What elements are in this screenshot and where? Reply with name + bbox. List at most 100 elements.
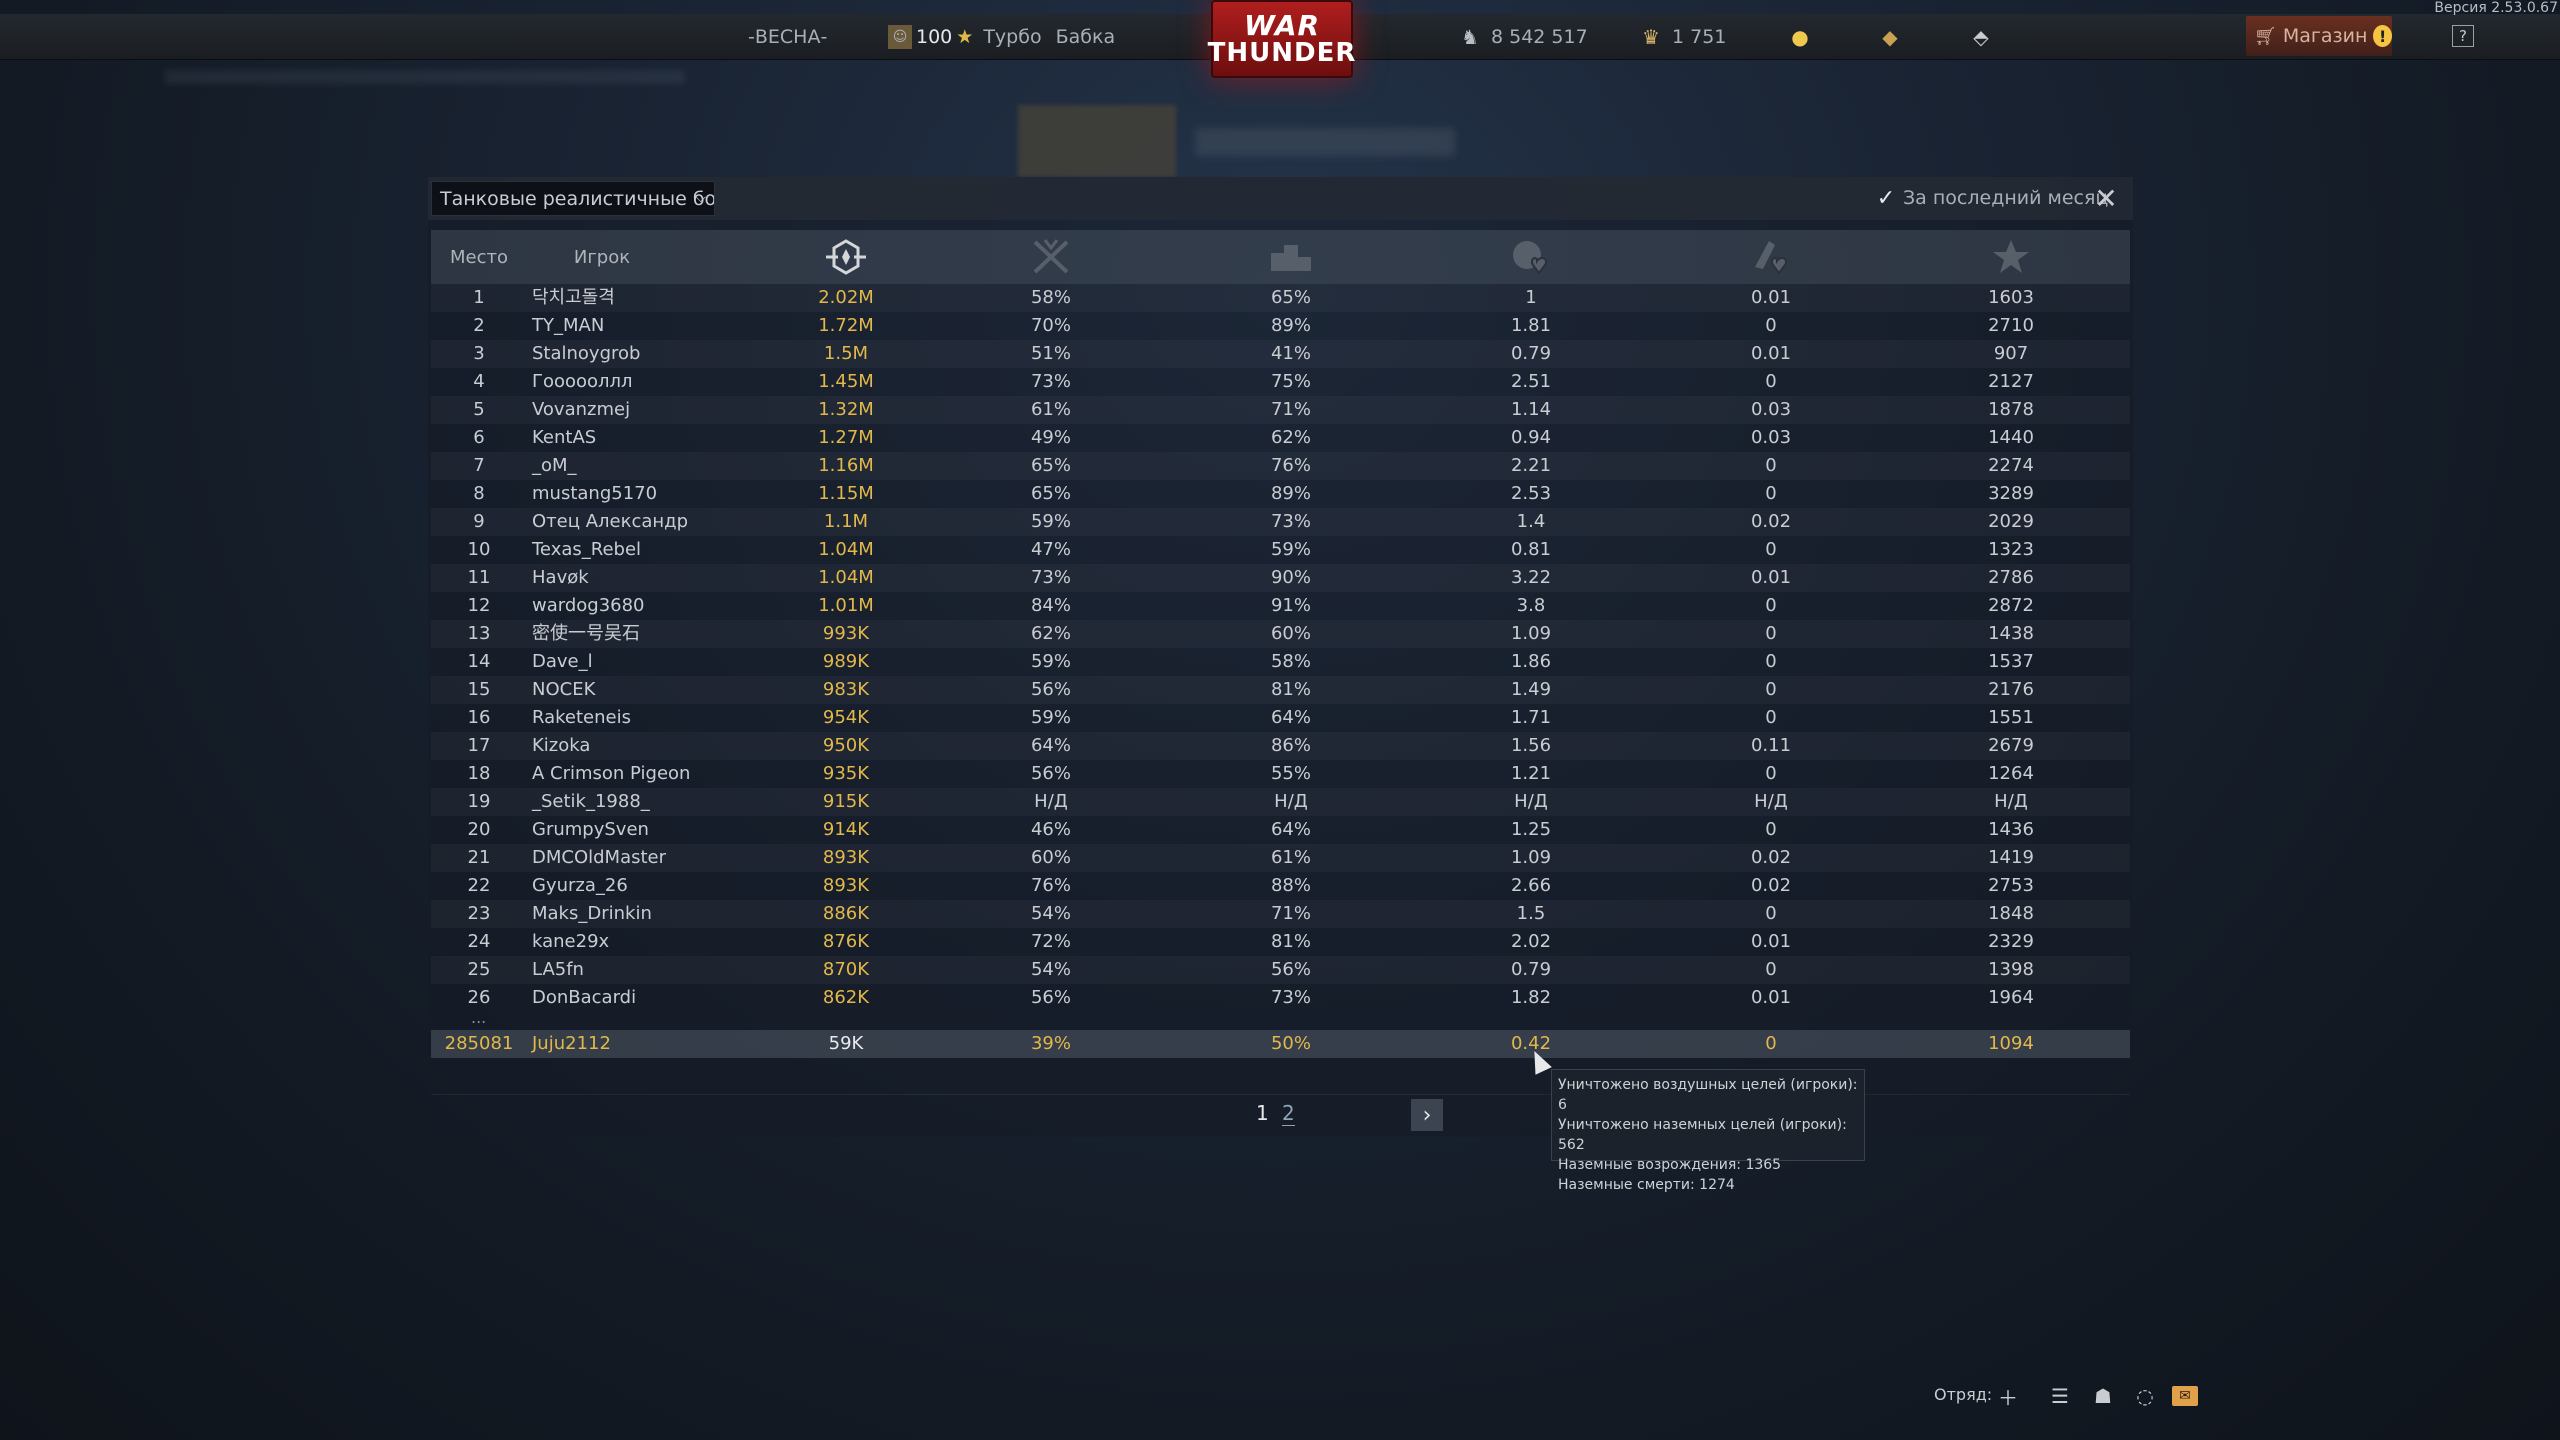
golden-eagles[interactable]: ♛ 1 751	[1638, 14, 1726, 59]
self-row[interactable]: 285081 Juju2112 59K 39% 50% 0.42 0 1094	[431, 1030, 2130, 1058]
table-row[interactable]: 7 _oM_ 1.16M 65% 76% 2.21 0 2274	[431, 452, 2130, 480]
page-2[interactable]: 2	[1282, 1101, 1295, 1126]
ground-kd-cell: 1.5	[1516, 903, 1546, 924]
table-row[interactable]: 22 Gyurza_26 893K 76% 88% 2.66 0.02 2753	[431, 872, 2130, 900]
rank-cell: 18	[467, 763, 491, 784]
table-body: 1 닥치고돌격 2.02M 58% 65% 1 0.01 1603 2 TY_MAN 1.72M 70…	[431, 284, 2130, 1012]
winrate-cell: 58%	[1030, 287, 1071, 308]
table-row[interactable]: 23 Maks_Drinkin 886K 54% 71% 1.5 0 1848	[431, 900, 2130, 928]
chat-button[interactable]: ◌	[2130, 1381, 2160, 1411]
air-kd-cell: 0.02	[1750, 875, 1792, 896]
ground-kd-cell: 3.8	[1516, 595, 1546, 616]
player-name-cell: Havøk	[532, 567, 589, 588]
table-row[interactable]: 10 Texas_Rebel 1.04M 47% 59% 0.81 0 1323	[431, 536, 2130, 564]
table-row[interactable]: 21 DMCOldMaster 893K 60% 61% 1.09 0.02 1419	[431, 844, 2130, 872]
silver-lions[interactable]: ♞ 8 542 517	[1457, 14, 1588, 59]
winrate-cell: 73%	[1030, 371, 1071, 392]
table-row[interactable]: 12 wardog3680 1.01M 84% 91% 3.8 0 2872	[431, 592, 2130, 620]
table-row[interactable]: 15 NOCEK 983K 56% 81% 1.49 0 2176	[431, 676, 2130, 704]
event-label[interactable]: -ВЕСНА-	[748, 14, 827, 59]
air-kd-cell: 0.02	[1750, 847, 1792, 868]
list-button[interactable]: ☰	[2045, 1381, 2075, 1411]
rating-cell: 1398	[1988, 959, 2034, 980]
rating-cell: 2176	[1988, 679, 2034, 700]
table-row[interactable]: 24 kane29x 876K 72% 81% 2.02 0.01 2329	[431, 928, 2130, 956]
self-score: 59K	[828, 1033, 864, 1054]
table-row[interactable]: 16 Raketeneis 954K 59% 64% 1.71 0 1551	[431, 704, 2130, 732]
table-row[interactable]: 19 _Setik_1988_ 915K Н/Д Н/Д Н/Д Н/Д Н/Д	[431, 788, 2130, 816]
table-row[interactable]: 13 密使一号吴石 993K 62% 60% 1.09 0 1438	[431, 620, 2130, 648]
rating-cell: 1419	[1988, 847, 2034, 868]
col-ground-kd[interactable]	[1456, 230, 1606, 284]
last-month-toggle[interactable]: ✓ За последний месяц	[1875, 185, 2109, 211]
player-name-cell: _Setik_1988_	[532, 791, 650, 812]
top3-cell: 64%	[1270, 819, 1311, 840]
player-name-cell: DonBacardi	[532, 987, 637, 1008]
rank-cell: 8	[473, 483, 485, 504]
coupon-button[interactable]: ⬘	[1968, 14, 1994, 59]
war-thunder-logo[interactable]: WAR THUNDER	[1208, 0, 1355, 78]
chevron-down-icon: ⌵	[695, 190, 706, 206]
ground-kd-cell: 1.09	[1510, 623, 1552, 644]
table-row[interactable]: 2 TY_MAN 1.72M 70% 89% 1.81 0 2710	[431, 312, 2130, 340]
top3-cell: 61%	[1270, 847, 1311, 868]
table-row[interactable]: 25 LA5fn 870K 54% 56% 0.79 0 1398	[431, 956, 2130, 984]
rating-cell: 1537	[1988, 651, 2034, 672]
score-cell: 950K	[822, 735, 870, 756]
table-row[interactable]: 18 A Crimson Pigeon 935K 56% 55% 1.21 0 1264	[431, 760, 2130, 788]
rank-cell: 24	[467, 931, 491, 952]
score-cell: 1.27M	[818, 427, 874, 448]
tooltip-line: Уничтожено наземных целей (игроки): 562	[1558, 1117, 1847, 1153]
col-top3[interactable]	[1216, 230, 1366, 284]
page-1[interactable]: 1	[1256, 1101, 1269, 1125]
last-month-label: За последний месяц	[1903, 187, 2109, 209]
col-air-kd[interactable]	[1696, 230, 1846, 284]
table-row[interactable]: 14 Dave_l 989K 59% 58% 1.86 0 1537	[431, 648, 2130, 676]
lightbulb-button[interactable]: ●	[1787, 14, 1813, 59]
self-rank: 285081	[444, 1033, 514, 1054]
player-name-cell: Maks_Drinkin	[532, 903, 652, 924]
table-row[interactable]: 1 닥치고돌격 2.02M 58% 65% 1 0.01 1603	[431, 284, 2130, 312]
help-button[interactable]: ?	[2452, 25, 2474, 47]
add-squad-button[interactable]: ＋	[1993, 1381, 2023, 1411]
score-cell: 1.04M	[818, 567, 874, 588]
ground-kd-cell: 3.22	[1510, 567, 1552, 588]
col-score[interactable]	[771, 230, 921, 284]
winrate-cell: 47%	[1030, 539, 1071, 560]
col-player[interactable]: Игрок	[532, 230, 672, 284]
table-row[interactable]: 8 mustang5170 1.15M 65% 89% 2.53 0 3289	[431, 480, 2130, 508]
premium-button[interactable]: ◆	[1877, 14, 1903, 59]
list-icon: ☰	[2051, 1384, 2069, 1408]
close-button[interactable]: ✕	[2091, 181, 2121, 215]
top3-cell: 62%	[1270, 427, 1311, 448]
air-kd-cell: 0	[1765, 679, 1777, 700]
table-row[interactable]: 11 Havøk 1.04M 73% 90% 3.22 0.01 2786	[431, 564, 2130, 592]
game-mode-select[interactable]: Танковые реалистичные бои ⌵	[431, 181, 715, 216]
efficiency-icon	[826, 239, 866, 275]
air-kd-cell: 0	[1765, 623, 1777, 644]
winrate-cell: 61%	[1030, 399, 1071, 420]
table-row[interactable]: 20 GrumpySven 914K 46% 64% 1.25 0 1436	[431, 816, 2130, 844]
table-row[interactable]: 4 Гоооооллл 1.45M 73% 75% 2.51 0 2127	[431, 368, 2130, 396]
mail-button[interactable]: ✉	[2172, 1386, 2198, 1406]
player-profile[interactable]: ☺ 100 ★ Турбо Бабка	[888, 14, 1115, 59]
col-rating[interactable]	[1936, 230, 2086, 284]
logo-line1: WAR	[1243, 9, 1321, 42]
ground-kd-cell: 0.79	[1510, 959, 1552, 980]
rank-cell: 4	[473, 371, 485, 392]
table-row[interactable]: 9 Отец Александр 1.1M 59% 73% 1.4 0.02 2029	[431, 508, 2130, 536]
table-row[interactable]: 17 Kizoka 950K 64% 86% 1.56 0.11 2679	[431, 732, 2130, 760]
next-page-button[interactable]: ›	[1411, 1099, 1443, 1131]
golden-eagles-icon: ♛	[1642, 24, 1660, 49]
shop-button[interactable]: 🛒︎ Магазин !	[2246, 16, 2392, 56]
contacts-button[interactable]: ☗	[2088, 1381, 2118, 1411]
table-row[interactable]: 6 KentAS 1.27M 49% 62% 0.94 0.03 1440	[431, 424, 2130, 452]
table-row[interactable]: 3 Stalnoygrob 1.5M 51% 41% 0.79 0.01 907	[431, 340, 2130, 368]
col-winrate[interactable]	[976, 230, 1126, 284]
ground-kd-cell: 1.81	[1510, 315, 1552, 336]
player-name-cell: wardog3680	[532, 595, 645, 616]
close-icon: ✕	[2094, 181, 2118, 215]
table-row[interactable]: 26 DonBacardi 862K 56% 73% 1.82 0.01 1964	[431, 984, 2130, 1012]
col-rank[interactable]: Место	[431, 230, 527, 284]
table-row[interactable]: 5 Vovanzmej 1.32M 61% 71% 1.14 0.03 1878	[431, 396, 2130, 424]
